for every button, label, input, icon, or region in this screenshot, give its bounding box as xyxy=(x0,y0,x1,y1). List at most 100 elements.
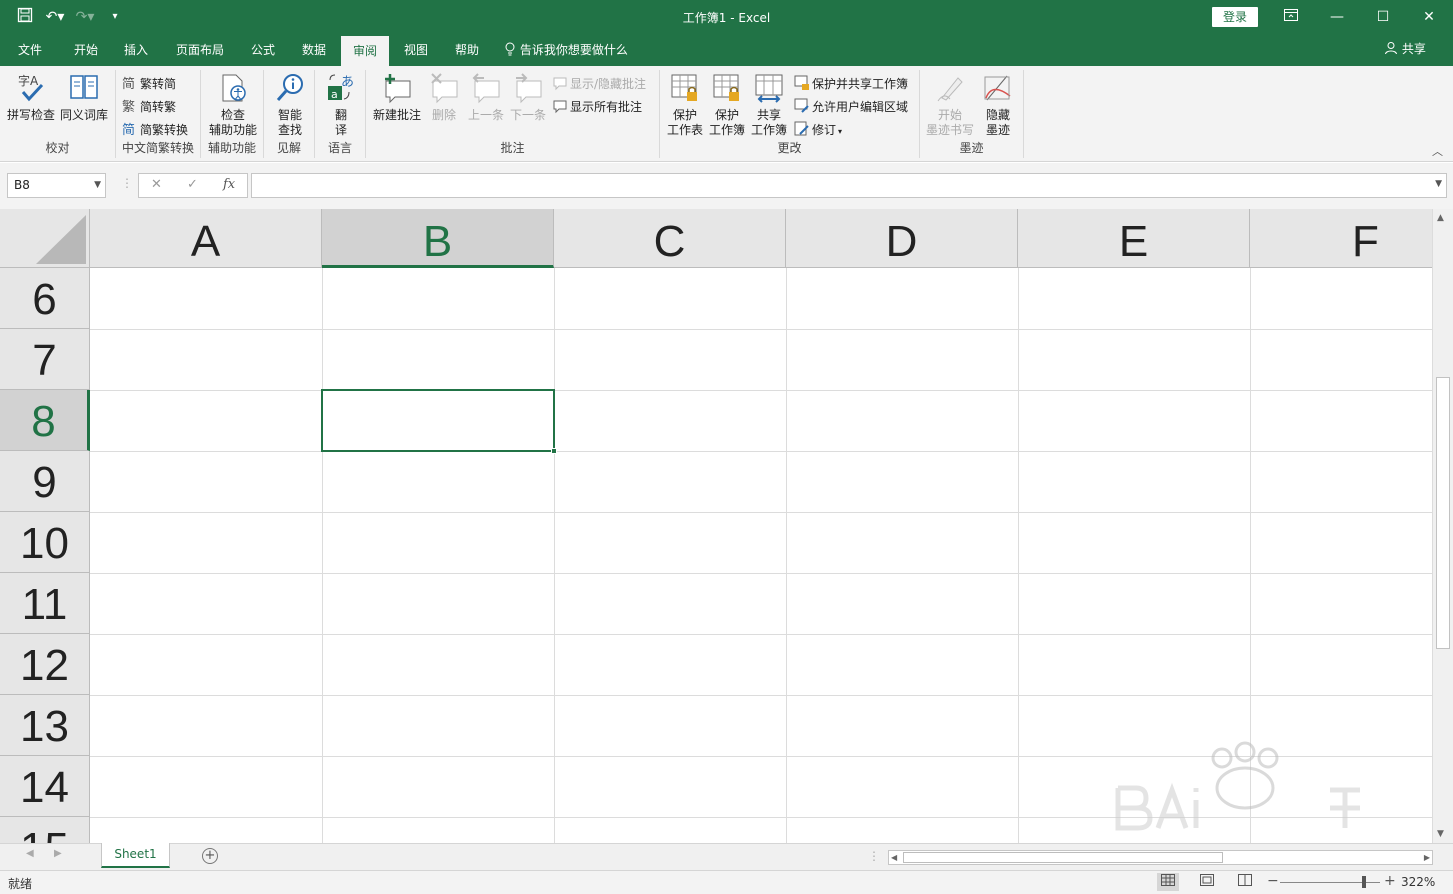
status-text: 就绪 xyxy=(8,877,33,891)
allow-edit-ranges-button[interactable]: 允许用户编辑区域 xyxy=(794,97,908,117)
row-header-9[interactable]: 9 xyxy=(0,451,90,512)
enter-icon[interactable]: ✓ xyxy=(187,177,198,192)
vertical-scrollbar[interactable]: ▲ ▼ xyxy=(1432,209,1453,843)
worksheet-grid[interactable]: A B C D E F 6 7 8 9 10 11 12 13 14 15 xyxy=(0,209,1432,843)
sheet-tab-sheet1[interactable]: Sheet1 xyxy=(101,843,170,868)
row-header-12[interactable]: 12 xyxy=(0,634,90,695)
gridline xyxy=(90,695,1432,696)
row-header-8[interactable]: 8 xyxy=(0,390,90,451)
horizontal-scrollbar[interactable]: ◀ ▶ xyxy=(888,850,1433,865)
add-sheet-icon[interactable]: + xyxy=(202,848,218,864)
translate-button[interactable]: aあ 翻 译 xyxy=(321,72,361,138)
protect-sheet-button[interactable]: 保护 工作表 xyxy=(664,72,706,138)
next-comment-button[interactable]: 下一条 xyxy=(508,72,548,123)
share-workbook-button[interactable]: 共享 工作簿 xyxy=(748,72,790,138)
column-header-a[interactable]: A xyxy=(90,209,322,268)
row-header-7[interactable]: 7 xyxy=(0,329,90,390)
chinese-convert-icon: 简 xyxy=(122,121,138,138)
tab-file[interactable]: 文件 xyxy=(8,34,52,66)
insert-function-icon[interactable]: fx xyxy=(223,177,235,192)
name-box[interactable]: B8 ▼ xyxy=(7,173,106,198)
sheet-prev-icon[interactable]: ◀ xyxy=(26,848,34,859)
tell-me-box[interactable]: 告诉我你想要做什么 xyxy=(504,34,628,66)
vertical-scroll-thumb[interactable] xyxy=(1436,377,1450,649)
tab-page-layout[interactable]: 页面布局 xyxy=(168,34,232,66)
tab-help[interactable]: 帮助 xyxy=(445,34,489,66)
horizontal-scroll-thumb[interactable] xyxy=(903,852,1223,863)
close-icon[interactable]: ✕ xyxy=(1409,4,1449,30)
tab-formulas[interactable]: 公式 xyxy=(241,34,285,66)
row-header-14[interactable]: 14 xyxy=(0,756,90,817)
ribbon-display-options-icon[interactable] xyxy=(1271,4,1311,30)
tell-me-label: 告诉我你想要做什么 xyxy=(519,43,628,57)
formula-bar-splitter-icon[interactable]: ⋮ xyxy=(121,176,133,190)
column-header-c[interactable]: C xyxy=(554,209,786,268)
group-insights: 智能 查找 见解 xyxy=(264,70,315,158)
login-button[interactable]: 登录 xyxy=(1212,7,1258,27)
tab-data[interactable]: 数据 xyxy=(292,34,336,66)
spelling-button[interactable]: 字A 拼写检查 xyxy=(6,72,56,123)
page-break-view-icon[interactable] xyxy=(1234,873,1256,891)
gridline xyxy=(786,268,787,843)
chevron-down-icon[interactable]: ▼ xyxy=(94,174,101,197)
minimize-icon[interactable]: — xyxy=(1317,4,1357,30)
tab-review[interactable]: 审阅 xyxy=(341,36,389,66)
zoom-slider[interactable] xyxy=(1280,876,1380,888)
show-all-comments-button[interactable]: 显示所有批注 xyxy=(552,97,642,117)
column-header-f[interactable]: F xyxy=(1250,209,1432,268)
group-ink: 开始 墨迹书写 隐藏 墨迹 墨迹 xyxy=(920,70,1024,158)
track-changes-button[interactable]: 修订 ▾ xyxy=(794,120,842,140)
thesaurus-button[interactable]: 同义词库 xyxy=(58,72,110,123)
page-layout-view-icon[interactable] xyxy=(1196,873,1218,891)
tab-home[interactable]: 开始 xyxy=(62,34,110,66)
svg-text:简: 简 xyxy=(122,122,135,137)
zoom-in-icon[interactable]: + xyxy=(1384,873,1396,889)
tab-splitter-icon[interactable]: ⋮ xyxy=(868,849,880,863)
smart-lookup-label-2: 查找 xyxy=(277,123,302,137)
expand-formula-bar-icon[interactable]: ▼ xyxy=(1435,179,1442,189)
row-header-10[interactable]: 10 xyxy=(0,512,90,573)
column-header-b[interactable]: B xyxy=(322,209,554,268)
previous-comment-button[interactable]: 上一条 xyxy=(466,72,506,123)
start-inking-label-1: 开始 xyxy=(937,108,962,122)
check-accessibility-button[interactable]: 检查 辅助功能 xyxy=(205,72,261,138)
protect-share-workbook-button[interactable]: 保护并共享工作簿 xyxy=(794,74,908,94)
zoom-slider-knob[interactable] xyxy=(1362,876,1366,888)
new-comment-button[interactable]: 新建批注 xyxy=(370,72,424,123)
column-header-e[interactable]: E xyxy=(1018,209,1250,268)
row-header-13[interactable]: 13 xyxy=(0,695,90,756)
sheet-next-icon[interactable]: ▶ xyxy=(54,848,62,859)
cancel-icon[interactable]: ✕ xyxy=(151,177,162,192)
scroll-right-icon[interactable]: ▶ xyxy=(1424,851,1430,864)
protect-workbook-button[interactable]: 保护 工作簿 xyxy=(706,72,748,138)
previous-comment-icon xyxy=(470,72,502,104)
chinese-convert-button[interactable]: 简简繁转换 xyxy=(122,120,188,140)
row-header-11[interactable]: 11 xyxy=(0,573,90,634)
zoom-level[interactable]: 322% xyxy=(1401,875,1435,889)
active-cell-b8[interactable] xyxy=(321,389,557,454)
trad-to-simp-button[interactable]: 简繁转简 xyxy=(122,74,176,94)
row-header-6[interactable]: 6 xyxy=(0,268,90,329)
share-button[interactable]: 共享 xyxy=(1384,34,1426,64)
fill-handle[interactable] xyxy=(551,448,557,454)
smart-lookup-button[interactable]: 智能 查找 xyxy=(268,72,312,138)
gridline xyxy=(322,268,323,843)
select-all-corner[interactable] xyxy=(0,209,90,268)
normal-view-icon[interactable] xyxy=(1157,873,1179,891)
column-header-d[interactable]: D xyxy=(786,209,1018,268)
start-inking-button[interactable]: 开始 墨迹书写 xyxy=(924,72,976,138)
delete-comment-button[interactable]: 删除 xyxy=(424,72,464,123)
hide-ink-button[interactable]: 隐藏 墨迹 xyxy=(978,72,1018,138)
tab-view[interactable]: 视图 xyxy=(394,34,438,66)
show-hide-comment-button[interactable]: 显示/隐藏批注 xyxy=(552,74,646,94)
simp-to-trad-button[interactable]: 繁简转繁 xyxy=(122,97,176,117)
scroll-up-icon[interactable]: ▲ xyxy=(1437,213,1444,223)
formula-input[interactable]: ▼ xyxy=(251,173,1447,198)
scroll-down-icon[interactable]: ▼ xyxy=(1437,829,1444,839)
scroll-left-icon[interactable]: ◀ xyxy=(891,851,897,864)
row-header-15[interactable]: 15 xyxy=(0,817,90,843)
maximize-icon[interactable]: ☐ xyxy=(1363,4,1403,30)
collapse-ribbon-icon[interactable]: ︿ xyxy=(1432,143,1443,159)
tab-insert[interactable]: 插入 xyxy=(114,34,158,66)
zoom-out-icon[interactable]: − xyxy=(1267,873,1279,889)
